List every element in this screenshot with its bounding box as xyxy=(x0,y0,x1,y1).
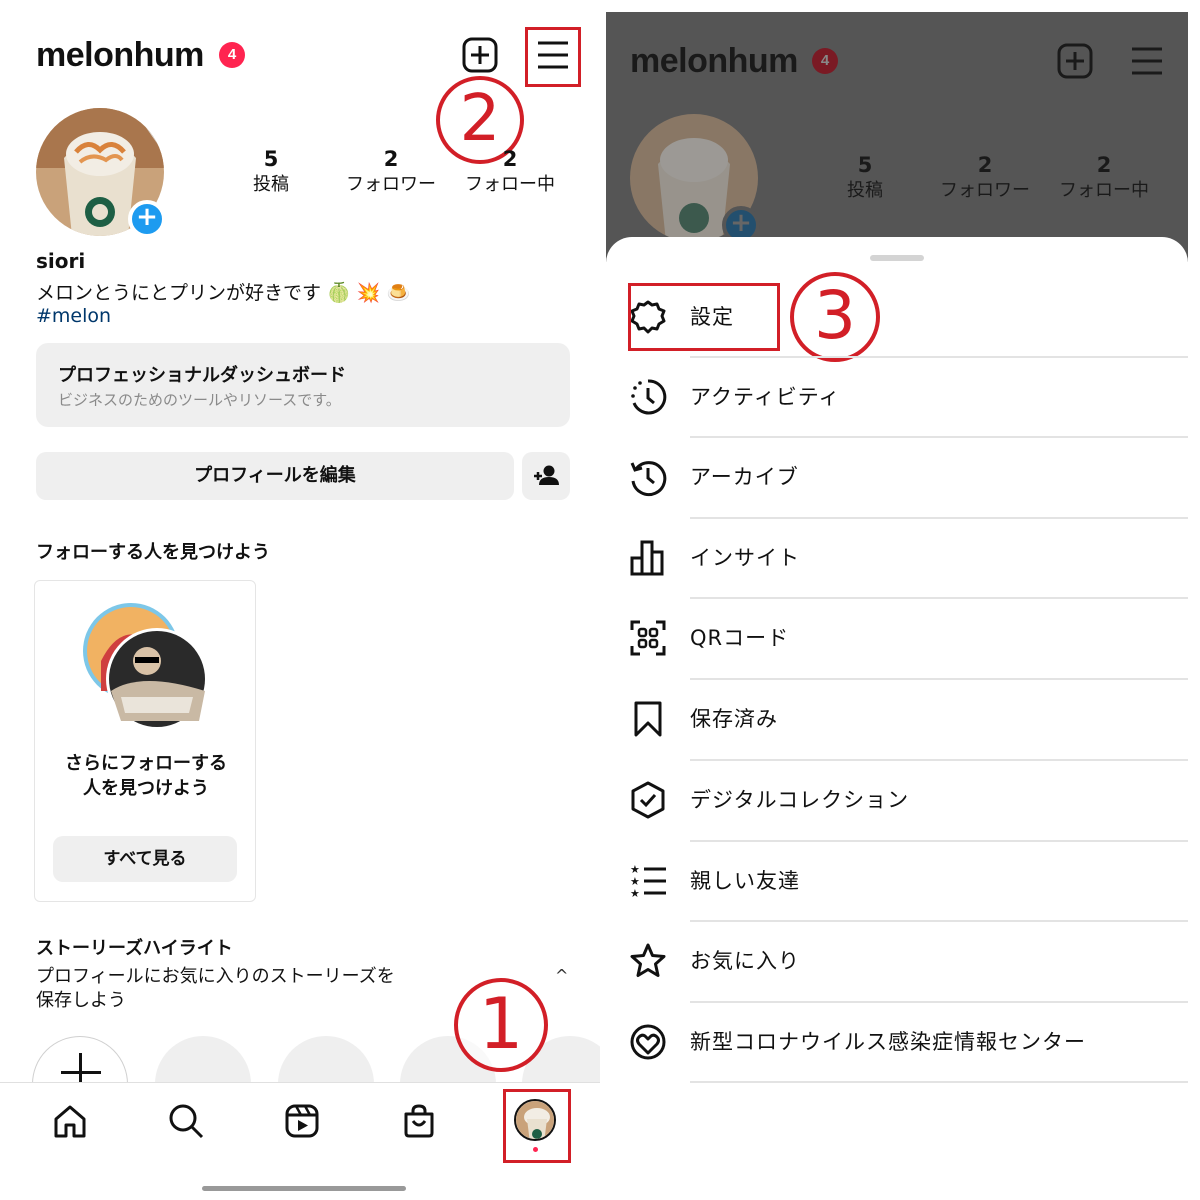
collision-emoji-icon: 💥 xyxy=(356,282,381,304)
menu-item-label: デジタルコレクション xyxy=(690,788,910,812)
stat-following[interactable]: 2 フォロー中 xyxy=(450,146,570,198)
menu-item-insights[interactable]: インサイト xyxy=(606,518,1188,598)
melon-emoji-icon: 🍈 xyxy=(327,282,351,304)
menu-screen: melonhum 4 + 5 投稿 2 フォロワー 2 フォロー中 設定 3 ア… xyxy=(606,12,1188,1200)
add-person-icon xyxy=(534,465,559,485)
menu-item-covid-info[interactable]: 新型コロナウイルス感染症情報センター xyxy=(606,1002,1188,1082)
notification-badge: 4 xyxy=(812,48,838,74)
home-icon[interactable] xyxy=(52,1103,88,1139)
menu-item-label: 新型コロナウイルス感染症情報センター xyxy=(690,1030,1086,1054)
plus-square-icon xyxy=(462,37,498,73)
stat-label: 投稿 xyxy=(847,180,883,201)
menu-item-close-friends[interactable]: ★ ★ ★ 親しい友達 xyxy=(606,841,1188,921)
stat-label: フォロワー xyxy=(346,174,436,195)
step-1-marker: 1 xyxy=(454,978,548,1072)
menu-item-archive[interactable]: アーカイブ xyxy=(606,437,1188,517)
menu-item-digital-collection[interactable]: デジタルコレクション xyxy=(606,760,1188,840)
discover-heading: フォローする人を見つけよう xyxy=(36,542,270,563)
shop-icon[interactable] xyxy=(401,1103,437,1139)
bio-text: メロンとうにとプリンが好きです xyxy=(36,282,322,304)
bottom-navigation xyxy=(0,1082,600,1200)
menu-item-favorites[interactable]: お気に入り xyxy=(606,921,1188,1001)
suggestion-text-line2: 人を見つけよう xyxy=(83,778,209,799)
menu-item-saved[interactable]: 保存済み xyxy=(606,679,1188,759)
dimmed-profile-header[interactable]: melonhum 4 + 5 投稿 2 フォロワー 2 フォロー中 xyxy=(606,12,1188,262)
stat-followers[interactable]: 2 フォロワー xyxy=(331,146,451,198)
menu-bottom-sheet: 設定 3 アクティビティ アーカイブ インサイト QRコード 保存済み デジタル… xyxy=(606,237,1188,1200)
stat-followers: 2 フォロワー xyxy=(925,152,1045,204)
see-all-button[interactable]: すべて見る xyxy=(53,836,237,882)
stat-value: 5 xyxy=(263,147,279,171)
suggested-users-avatars xyxy=(83,603,208,729)
collapse-chevron-icon[interactable]: ^ xyxy=(555,966,568,985)
bio-hashtag-link[interactable]: #melon xyxy=(36,305,111,327)
suggestion-card: さらにフォローする 人を見つけよう すべて見る xyxy=(34,580,256,902)
menu-divider xyxy=(690,1081,1188,1083)
settings-highlight-box xyxy=(628,283,780,351)
menu-item-label: インサイト xyxy=(690,546,800,570)
add-story-button[interactable]: + xyxy=(128,200,166,238)
menu-item-qr-code[interactable]: QRコード xyxy=(606,598,1188,678)
highlights-title: ストーリーズハイライト xyxy=(36,938,233,959)
covid-info-icon xyxy=(630,1024,666,1060)
profile-bio: メロンとうにとプリンが好きです 🍈 💥 🍮 xyxy=(36,278,410,305)
stat-following: 2 フォロー中 xyxy=(1044,152,1164,204)
home-indicator xyxy=(202,1186,406,1191)
profile-username[interactable]: melonhum xyxy=(36,36,204,75)
reels-icon[interactable] xyxy=(284,1103,320,1139)
qr-code-icon xyxy=(630,620,666,656)
plus-square-icon xyxy=(1057,43,1093,79)
profile-username: melonhum xyxy=(630,42,798,80)
menu-item-activity[interactable]: アクティビティ xyxy=(606,357,1188,437)
profile-screen: melonhum 4 2 + 5 投稿 2 フォロワー 2 フォロー中 sior… xyxy=(0,0,600,1200)
discover-people-button[interactable] xyxy=(522,452,570,500)
menu-item-label: QRコード xyxy=(690,626,790,650)
digital-collection-icon xyxy=(631,781,665,819)
menu-highlight-box xyxy=(525,27,581,87)
menu-item-label: お気に入り xyxy=(690,949,800,973)
profile-tab-highlight-box xyxy=(503,1089,571,1163)
step-3-marker: 3 xyxy=(790,272,880,362)
bookmark-icon xyxy=(634,701,662,737)
stat-value: 2 xyxy=(383,147,399,171)
stat-posts[interactable]: 5 投稿 xyxy=(211,146,331,198)
professional-dashboard-card[interactable]: プロフェッショナルダッシュボード ビジネスのためのツールやリソースです。 xyxy=(36,343,570,427)
archive-icon xyxy=(630,461,667,497)
new-post-button[interactable] xyxy=(462,37,498,73)
insights-icon xyxy=(630,540,664,576)
hamburger-icon xyxy=(1132,47,1162,75)
search-icon[interactable] xyxy=(168,1103,204,1139)
stat-label: フォロー中 xyxy=(1059,180,1149,201)
menu-item-label: 保存済み xyxy=(690,707,778,731)
star-icon xyxy=(630,943,666,977)
stat-posts: 5 投稿 xyxy=(805,152,925,204)
edit-profile-button[interactable]: プロフィールを編集 xyxy=(36,452,514,500)
menu-item-label: アクティビティ xyxy=(690,385,841,409)
menu-item-label: アーカイブ xyxy=(690,465,799,489)
suggestion-text-line1: さらにフォローする xyxy=(65,753,227,774)
stat-value: 2 xyxy=(502,147,518,171)
highlights-desc-line2: 保存しよう xyxy=(36,990,126,1011)
stat-value: 2 xyxy=(977,153,993,177)
dashboard-title: プロフェッショナルダッシュボード xyxy=(58,365,346,386)
highlights-desc-line1: プロフィールにお気に入りのストーリーズを xyxy=(36,966,395,987)
notification-badge: 4 xyxy=(219,42,245,68)
stat-label: フォロー中 xyxy=(465,174,555,195)
stat-value: 5 xyxy=(857,153,873,177)
pudding-emoji-icon: 🍮 xyxy=(386,282,411,304)
stat-label: フォロワー xyxy=(940,180,1030,201)
sheet-grabber[interactable] xyxy=(870,255,924,261)
svg-text:★: ★ xyxy=(630,887,640,900)
activity-icon xyxy=(631,379,667,415)
dashboard-subtitle: ビジネスのためのツールやリソースです。 xyxy=(58,391,341,409)
profile-name: siori xyxy=(36,249,86,273)
stat-value: 2 xyxy=(1096,153,1112,177)
menu-item-label: 親しい友達 xyxy=(690,869,800,893)
stat-label: 投稿 xyxy=(253,174,289,195)
close-friends-icon: ★ ★ ★ xyxy=(630,863,666,900)
